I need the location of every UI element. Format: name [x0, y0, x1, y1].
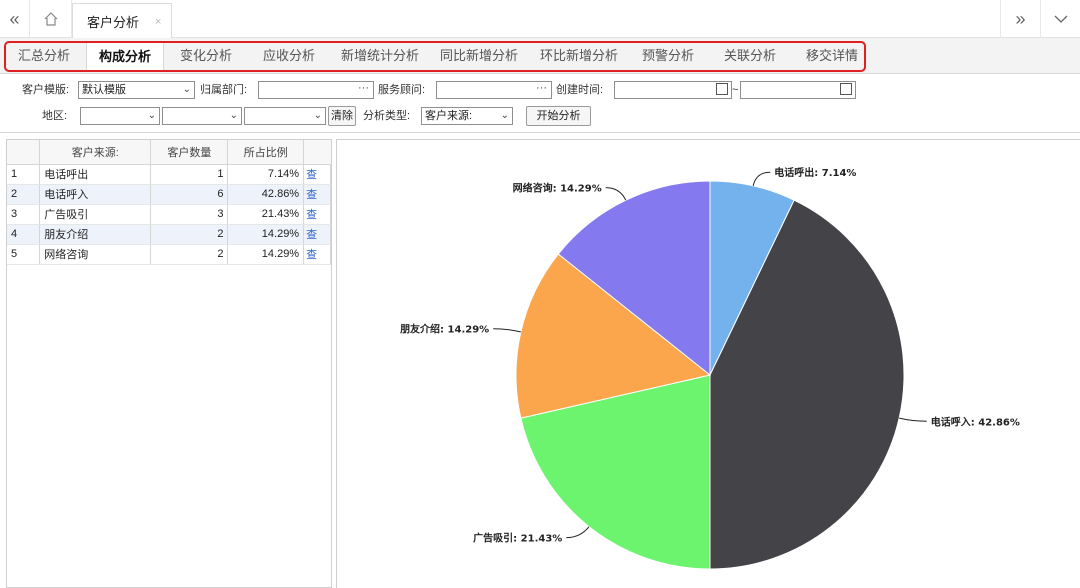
table-row[interactable]: 2 电话呼入 6 42.86% 查	[7, 184, 331, 205]
view-link[interactable]: 查	[303, 204, 331, 225]
table-row[interactable]: 4 朋友介绍 2 14.29% 查	[7, 224, 331, 245]
table-row[interactable]: 1 电话呼出 1 7.14% 查	[7, 164, 331, 185]
table-row[interactable]: 3 广告吸引 3 21.43% 查	[7, 204, 331, 225]
created-label: 创建时间:	[556, 84, 604, 96]
cell-ratio: 21.43%	[227, 204, 305, 225]
advisor-field[interactable]: ···	[436, 81, 552, 99]
column-header-source[interactable]: 客户来源:	[39, 140, 152, 165]
label-connector	[752, 171, 771, 186]
cell-index: 1	[7, 164, 41, 185]
label-connector	[566, 526, 590, 539]
chevron-down-icon[interactable]	[1040, 0, 1080, 38]
created-to-field[interactable]	[740, 81, 856, 99]
data-label: 朋友介绍: 14.29%	[399, 323, 489, 336]
analysis-type-select[interactable]: 客户来源: ⌄	[421, 107, 513, 125]
cell-ratio: 42.86%	[227, 184, 305, 205]
view-link[interactable]: 查	[303, 184, 331, 205]
dept-field[interactable]: ···	[258, 81, 374, 99]
data-label: 广告吸引: 21.43%	[473, 532, 562, 545]
cell-source: 广告吸引	[39, 204, 152, 225]
start-analysis-button[interactable]: 开始分析	[526, 106, 591, 126]
column-header-index	[7, 140, 41, 165]
region-district-select[interactable]: ⌄	[244, 107, 326, 125]
label-connector	[605, 187, 627, 201]
pie-chart: 电话呼出: 7.14% 电话呼入: 42.86% 广告吸引: 21.43% 朋友介绍:…	[399, 166, 1020, 570]
calendar-icon[interactable]	[840, 83, 852, 95]
tab-label: 客户分析	[87, 15, 140, 30]
cell-count: 2	[150, 224, 229, 245]
dept-label: 归属部门:	[200, 84, 248, 96]
column-header-action	[303, 140, 331, 165]
double-chevron-right-icon[interactable]: »	[1000, 0, 1040, 38]
tabs-highlight-frame	[4, 41, 866, 72]
column-header-count[interactable]: 客户数量	[150, 140, 229, 165]
cell-count: 1	[150, 164, 229, 185]
analysis-type-label: 分析类型:	[363, 110, 411, 122]
cell-index: 2	[7, 184, 41, 205]
more-icon[interactable]: ···	[358, 80, 369, 96]
chevron-down-icon: ⌄	[229, 110, 238, 121]
cell-source: 朋友介绍	[39, 224, 152, 245]
label-connector	[899, 417, 927, 422]
column-header-ratio[interactable]: 所占比例	[227, 140, 305, 165]
cell-source: 电话呼入	[39, 184, 152, 205]
more-icon[interactable]: ···	[536, 80, 547, 96]
analysis-tabs: 汇总分析 构成分析 变化分析 应收分析 新增统计分析 同比新增分析 环比新增分析…	[0, 38, 1080, 74]
view-link[interactable]: 查	[303, 244, 331, 265]
chevron-down-icon: ⌄	[500, 110, 509, 121]
cell-count: 3	[150, 204, 229, 225]
view-link[interactable]: 查	[303, 164, 331, 185]
cell-index: 4	[7, 224, 41, 245]
template-value: 默认模版	[82, 84, 126, 96]
chevron-down-icon: ⌄	[182, 84, 191, 95]
close-icon[interactable]: ×	[155, 16, 161, 28]
filter-panel: 客户模版: 默认模版 ⌄ 归属部门: ··· 服务顾问: ··· 创建时间: ~…	[0, 75, 1080, 133]
advisor-label: 服务顾问:	[378, 84, 426, 96]
clear-button[interactable]: 清除	[328, 106, 356, 126]
data-label: 网络咨询: 14.29%	[513, 182, 602, 195]
chevron-down-icon: ⌄	[147, 110, 156, 121]
data-label: 电话呼入: 42.86%	[931, 415, 1020, 428]
view-link[interactable]: 查	[303, 224, 331, 245]
cell-index: 5	[7, 244, 41, 265]
range-separator: ~	[732, 84, 739, 96]
label-connector	[493, 328, 521, 333]
region-province-select[interactable]: ⌄	[80, 107, 160, 125]
analysis-type-value: 客户来源:	[425, 110, 473, 122]
top-tab-bar: « 客户分析 × »	[0, 0, 1080, 39]
region-label: 地区:	[42, 110, 68, 122]
table-row[interactable]: 5 网络咨询 2 14.29% 查	[7, 244, 331, 265]
cell-count: 6	[150, 184, 229, 205]
cell-ratio: 7.14%	[227, 164, 305, 185]
chart-panel: 电话呼出: 7.14% 电话呼入: 42.86% 广告吸引: 21.43% 朋友介绍:…	[336, 139, 1080, 588]
cell-source: 电话呼出	[39, 164, 152, 185]
double-chevron-left-icon[interactable]: «	[0, 0, 30, 38]
data-table: 客户来源: 客户数量 所占比例 1 电话呼出 1 7.14% 查 2 电话呼入 …	[7, 140, 331, 265]
cell-index: 3	[7, 204, 41, 225]
cell-ratio: 14.29%	[227, 244, 305, 265]
calendar-icon[interactable]	[716, 83, 728, 95]
table-header-row: 客户来源: 客户数量 所占比例	[7, 140, 331, 165]
template-label: 客户模版:	[22, 84, 70, 96]
data-label: 电话呼出: 7.14%	[774, 166, 856, 179]
cell-source: 网络咨询	[39, 244, 152, 265]
home-icon[interactable]	[30, 0, 72, 38]
template-select[interactable]: 默认模版 ⌄	[78, 81, 195, 99]
created-from-field[interactable]	[614, 81, 732, 99]
region-city-select[interactable]: ⌄	[162, 107, 242, 125]
cell-ratio: 14.29%	[227, 224, 305, 245]
cell-count: 2	[150, 244, 229, 265]
tab-customer-analysis[interactable]: 客户分析 ×	[72, 3, 172, 39]
chevron-down-icon: ⌄	[313, 110, 322, 121]
data-table-panel: 客户来源: 客户数量 所占比例 1 电话呼出 1 7.14% 查 2 电话呼入 …	[6, 139, 332, 588]
